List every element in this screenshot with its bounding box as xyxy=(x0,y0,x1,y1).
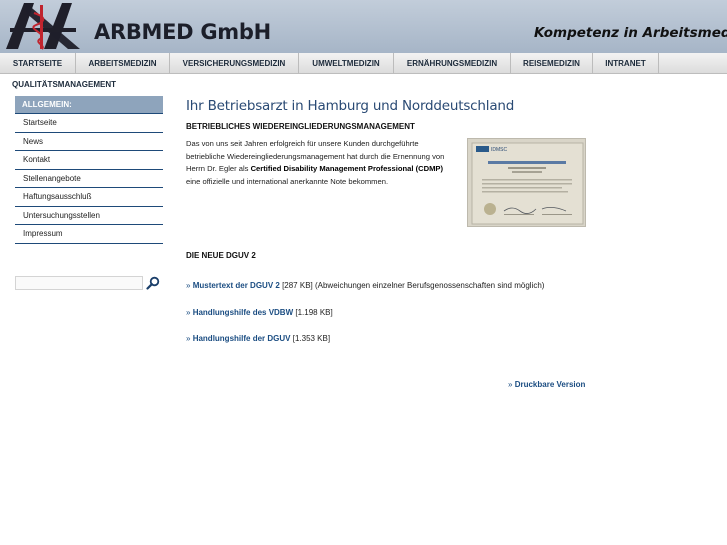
sidebar-item-startseite[interactable]: Startseite xyxy=(15,114,163,133)
company-name: ARBMED GmbH xyxy=(94,20,271,44)
sidebar-item-news[interactable]: News xyxy=(15,133,163,151)
link-note: (Abweichungen einzelner Berufsgenossensc… xyxy=(314,281,545,290)
certificate-image[interactable]: IDMSC xyxy=(467,138,586,227)
arrow-icon: » xyxy=(508,380,513,389)
certificate-label: IDMSC xyxy=(491,147,508,153)
nav-item-versicherungsmedizin[interactable]: VERSICHERUNGSMEDIZIN xyxy=(170,53,299,74)
link-mustertext-dguv2[interactable]: Mustertext der DGUV 2 xyxy=(193,281,280,290)
print-row: » Druckbare Version xyxy=(508,380,585,389)
link-handlungshilfe-dguv[interactable]: Handlungshilfe der DGUV xyxy=(193,334,291,343)
nav-item-umweltmedizin[interactable]: UMWELTMEDIZIN xyxy=(299,53,394,74)
nav-item-startseite[interactable]: STARTSEITE xyxy=(0,53,76,74)
site-header: ARBMED GmbH Kompetenz in Arbeitsmedizin xyxy=(0,0,727,53)
nav-item-qualitaetsmanagement[interactable]: QUALITÄTSMANAGEMENT xyxy=(0,75,135,95)
search-input[interactable] xyxy=(15,276,143,290)
nav-item-arbeitsmedizin[interactable]: ARBEITSMEDIZIN xyxy=(76,53,170,74)
link-handlungshilfe-vdbw[interactable]: Handlungshilfe des VDBW xyxy=(193,308,293,317)
nav-item-intranet[interactable]: INTRANET xyxy=(593,53,659,74)
main-content: Ihr Betriebsarzt in Hamburg und Norddeut… xyxy=(186,98,586,227)
sidebar-heading: ALLGEMEIN: xyxy=(15,96,163,114)
file-size: [1.198 KB] xyxy=(295,308,333,317)
file-size: [1.353 KB] xyxy=(292,334,331,343)
sidebar-item-haftungsausschluss[interactable]: Haftungsausschluß xyxy=(15,188,163,207)
intro-bold: Certified Disability Management Professi… xyxy=(250,164,443,173)
main-nav: STARTSEITE ARBEITSMEDIZIN VERSICHERUNGSM… xyxy=(0,53,727,74)
caduceus-logo[interactable] xyxy=(4,1,82,51)
nav-item-reisemedizin[interactable]: REISEMEDIZIN xyxy=(511,53,593,74)
arrow-icon: » xyxy=(186,281,191,290)
sidebar: ALLGEMEIN: Startseite News Kontakt Stell… xyxy=(15,96,163,244)
sidebar-item-stellenangebote[interactable]: Stellenangebote xyxy=(15,170,163,188)
file-size: [287 KB] xyxy=(282,281,313,290)
print-version-link[interactable]: Druckbare Version xyxy=(515,380,586,389)
intro-paragraph: Das von uns seit Jahren erfolgreich für … xyxy=(186,138,456,188)
section-heading: BETRIEBLICHES WIEDEREINGLIEDERUNGSMANAGE… xyxy=(186,122,415,131)
arrow-icon: » xyxy=(186,334,191,343)
page-title: Ihr Betriebsarzt in Hamburg und Norddeut… xyxy=(186,98,515,114)
arrow-icon: » xyxy=(186,308,191,317)
nav-item-ernaehrungsmedizin[interactable]: ERNÄHRUNGSMEDIZIN xyxy=(394,53,511,74)
magnifier-icon[interactable] xyxy=(146,276,160,290)
sidebar-item-impressum[interactable]: Impressum xyxy=(15,225,163,244)
download-row: » Handlungshilfe des VDBW [1.198 KB] xyxy=(186,308,333,317)
download-row: » Handlungshilfe der DGUV [1.353 KB] xyxy=(186,334,330,343)
slogan: Kompetenz in Arbeitsmedizin xyxy=(534,25,727,41)
dguv-heading: DIE NEUE DGUV 2 xyxy=(186,251,256,260)
intro-text-2: eine offizielle und international anerka… xyxy=(186,176,389,186)
sidebar-item-untersuchungsstellen[interactable]: Untersuchungsstellen xyxy=(15,207,163,225)
download-row: » Mustertext der DGUV 2 [287 KB] (Abweic… xyxy=(186,281,544,290)
sidebar-item-kontakt[interactable]: Kontakt xyxy=(15,151,163,170)
